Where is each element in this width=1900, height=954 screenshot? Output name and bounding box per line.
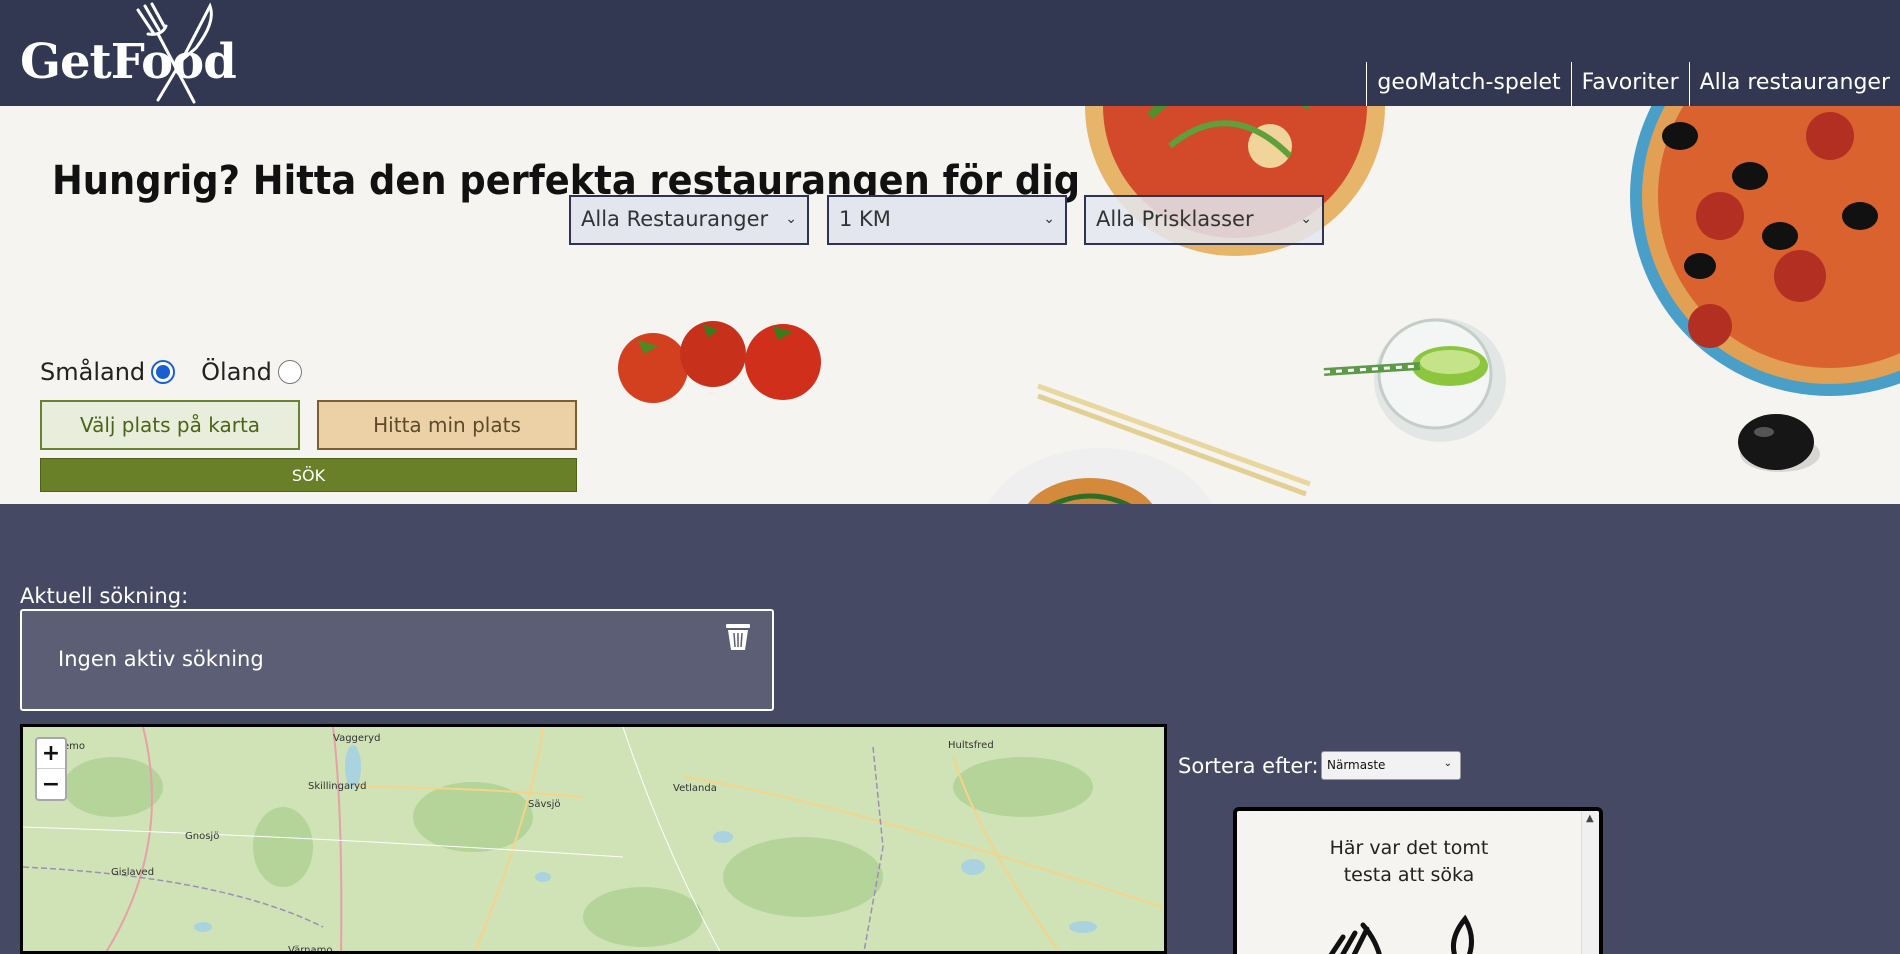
nav-geomatch[interactable]: geoMatch-spelet: [1366, 62, 1570, 106]
zoom-out-button[interactable]: −: [37, 769, 65, 799]
nav-favorites[interactable]: Favoriter: [1570, 62, 1689, 106]
current-search-text: Ingen aktiv sökning: [58, 647, 264, 671]
price-select[interactable]: Alla Prisklasser ⌄: [1084, 195, 1324, 245]
map-label: Hultsfred: [948, 740, 994, 751]
map-label: Gnosjö: [185, 831, 220, 842]
hero-section: Hungrig? Hitta den perfekta restaurangen…: [0, 106, 1900, 504]
fork-knife-icon: [1328, 914, 1474, 954]
chevron-down-icon: ⌄: [1300, 211, 1312, 227]
empty-results-line: testa att söka: [1343, 864, 1475, 886]
search-button[interactable]: SÖK: [40, 458, 577, 492]
region-radio-oland[interactable]: [277, 360, 302, 384]
choose-on-map-button[interactable]: Välj plats på karta: [40, 400, 300, 450]
sort-select[interactable]: Närmaste ⌄: [1321, 751, 1461, 780]
map-label: Vetlanda: [673, 783, 717, 794]
current-search-box: Ingen aktiv sökning: [20, 609, 774, 711]
current-search-label: Aktuell sökning:: [20, 584, 189, 608]
region-radio-group: Småland Öland: [40, 358, 328, 386]
category-select[interactable]: Alla Restauranger ⌄: [569, 195, 809, 245]
pepperoni-pizza-image: [1630, 106, 1900, 396]
results-panel: Här var det tomt testa att söka ▲: [1233, 807, 1603, 954]
distance-select[interactable]: 1 KM ⌄: [827, 195, 1067, 245]
sort-select-value: Närmaste: [1327, 758, 1386, 772]
chevron-down-icon: ⌄: [1043, 211, 1055, 227]
site-header: GetFood geoMatch-spelet Favoriter Alla r…: [0, 0, 1900, 106]
chevron-down-icon: ⌄: [1443, 758, 1452, 769]
zoom-in-button[interactable]: +: [37, 739, 65, 769]
trash-icon[interactable]: [724, 621, 752, 651]
region-radio-smaland[interactable]: [151, 360, 176, 384]
map-label: Skillingaryd: [308, 781, 367, 792]
chevron-down-icon: ⌄: [785, 211, 797, 227]
tomatoes-image: [618, 321, 821, 403]
olive-image: [1738, 414, 1820, 472]
map-zoom-control: + −: [35, 737, 67, 801]
chevron-up-icon[interactable]: ▲: [1586, 813, 1594, 824]
drink-glass-image: [1323, 318, 1506, 442]
map-label: Gislaved: [111, 867, 155, 878]
results-scrollbar[interactable]: ▲: [1581, 811, 1599, 954]
price-select-value: Alla Prisklasser: [1096, 207, 1254, 231]
map-label: Sävsjö: [528, 799, 561, 810]
map-label: Vaggeryd: [333, 733, 381, 744]
empty-results-line: Här var det tomt: [1329, 837, 1489, 859]
nav-all-restaurants[interactable]: Alla restauranger: [1688, 62, 1900, 106]
region-label-smaland: Småland: [40, 358, 146, 386]
main-nav: geoMatch-spelet Favoriter Alla restauran…: [1366, 62, 1900, 106]
fork-knife-icon: [136, 2, 213, 104]
map-label: Värnamo: [288, 945, 333, 954]
distance-select-value: 1 KM: [839, 207, 891, 231]
region-label-oland: Öland: [201, 358, 272, 386]
pasta-plate-image: [988, 448, 1212, 504]
logo[interactable]: GetFood: [18, 0, 237, 106]
find-my-location-button[interactable]: Hitta min plats: [317, 400, 577, 450]
empty-results-message: Här var det tomt testa att söka: [1237, 835, 1581, 889]
category-select-value: Alla Restauranger: [581, 207, 769, 231]
sort-label: Sortera efter:: [1178, 754, 1319, 778]
map-view[interactable]: + − emo Vaggeryd Skillingaryd Sävsjö Vet…: [20, 724, 1167, 954]
